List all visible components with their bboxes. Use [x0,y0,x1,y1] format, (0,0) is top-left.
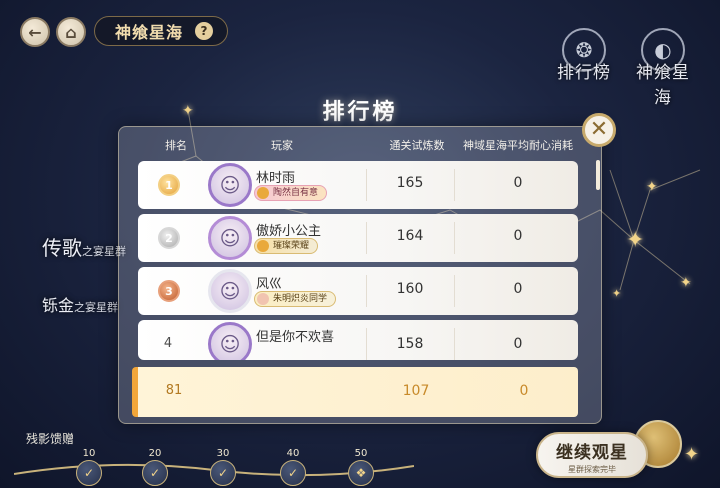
title-badge: 陶然自有意 [254,185,328,201]
cleared-count: 164 [396,228,424,244]
page-title-pill: 神飨星海 ? [94,16,228,46]
close-icon: ✕ [589,117,609,142]
avatar[interactable]: ☺ [208,269,252,313]
continue-stargazing-button[interactable]: 继续观星 星群探索完毕 [536,432,648,478]
table-row[interactable]: 2 ☺ 傲娇小公主 璀璨荣耀 164 0 [138,214,578,262]
back-arrow-icon: ← [28,22,42,42]
title-badge: 璀璨荣耀 [254,238,319,254]
cleared-count: 160 [396,281,424,297]
avatar[interactable]: ☺ [208,322,252,360]
reward-threshold: 10 [82,448,96,459]
patience-value: 0 [513,175,523,191]
continue-button-sublabel: 星群探索完毕 [568,465,616,474]
star-icon: ✦ [646,179,658,195]
back-button[interactable]: ← [20,17,50,47]
help-button[interactable]: ? [195,22,213,40]
tab-ranking[interactable]: ❂ 排行榜 [556,28,612,83]
constellation-group-label[interactable]: 传歌之宴星群 [42,232,126,261]
page-title: 神飨星海 [115,23,184,42]
reward-threshold: 20 [148,448,162,459]
close-button[interactable]: ✕ [582,113,616,147]
tab-ranking-label: 排行榜 [557,63,611,83]
avatar[interactable]: ☺ [208,163,252,207]
tab-galaxy-label: 神飨星海 [636,63,690,108]
reward-node[interactable]: ✓ [210,460,236,486]
gift-icon: ✓ [287,466,299,480]
player-name: 风巛 [256,277,283,292]
gift-icon: ❖ [355,466,367,480]
player-name: 但是你不欢喜 [256,330,335,345]
silver-medal-icon: 2 [158,227,180,249]
column-header-patience: 神域星海平均耐心消耗 [463,139,573,152]
leaderboard-title: 排行榜 [322,99,398,125]
avatar[interactable]: ☺ [208,216,252,260]
reward-node[interactable]: ✓ [142,460,168,486]
star-icon: ✦ [680,275,692,291]
patience-value: 0 [513,228,523,244]
star-icon: ✦ [182,103,194,119]
cleared-count: 165 [396,175,424,191]
player-name: 傲娇小公主 [256,224,322,239]
reward-node[interactable]: ✓ [76,460,102,486]
reward-threshold: 50 [354,448,368,459]
self-rank-row: 81 107 0 [132,367,578,417]
table-row[interactable]: 1 ☺ 林时雨 陶然自有意 165 0 [138,161,578,209]
patience-value: 0 [513,336,523,352]
reward-node[interactable]: ❖ [348,460,374,486]
table-row[interactable]: 3 ☺ 风巛 朱明炽炎同学 160 0 [138,267,578,315]
gold-medal-icon: 1 [158,174,180,196]
reward-threshold: 30 [216,448,230,459]
bronze-medal-icon: 3 [158,280,180,302]
cleared-count: 158 [396,336,424,352]
self-rank-number: 81 [165,383,183,398]
player-name: 林时雨 [256,171,296,186]
self-patience-value: 0 [519,383,529,399]
title-badge: 朱明炽炎同学 [254,291,337,307]
reward-node[interactable]: ✓ [280,460,306,486]
gift-icon: ✓ [149,466,161,480]
star-icon: ✦ [684,444,700,465]
gift-icon: ✓ [217,466,229,480]
reward-threshold: 40 [286,448,300,459]
star-icon: ✦ [626,228,645,253]
home-button[interactable]: ⌂ [56,17,86,47]
home-icon: ⌂ [65,22,77,42]
self-cleared-count: 107 [402,383,430,399]
rewards-label: 残影馈赠 [26,432,75,446]
column-header-rank: 排名 [165,139,187,152]
gift-icon: ✓ [83,466,95,480]
patience-value: 0 [513,281,523,297]
star-icon: ✦ [612,287,622,300]
tab-galaxy[interactable]: ◐ 神飨星海 [628,28,698,108]
column-header-player: 玩家 [271,139,293,152]
rank-number: 4 [163,336,173,351]
continue-button-label: 继续观星 [556,443,628,463]
leaderboard-scrollbar[interactable] [596,160,600,190]
table-row[interactable]: 4 ☺ 但是你不欢喜 158 0 [138,320,578,360]
column-header-cleared: 通关试炼数 [389,139,445,152]
constellation-group-label[interactable]: 铄金之宴星群 [42,292,118,316]
